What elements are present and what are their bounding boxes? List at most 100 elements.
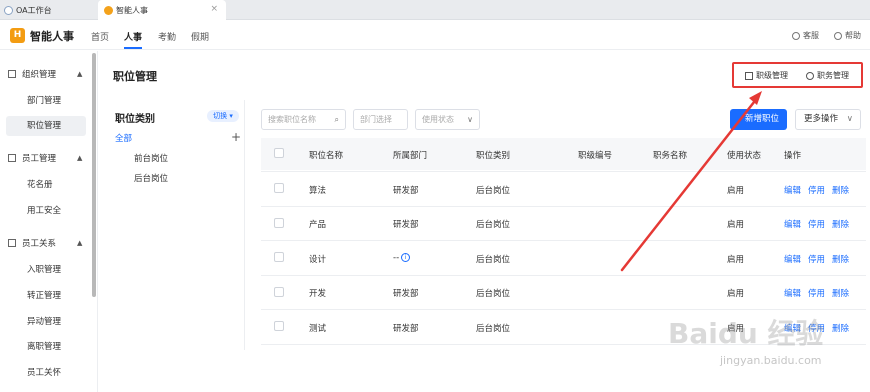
section-label: 组织管理 (22, 70, 57, 80)
duty-management-button[interactable]: 职务管理 (806, 70, 849, 81)
cell-name: 产品 (309, 220, 327, 230)
sidebar-item-care[interactable]: 员工关怀 (6, 363, 86, 383)
row-checkbox[interactable] (274, 183, 284, 193)
row-divider (261, 240, 866, 241)
col-rank-code: 职级编号 (578, 151, 613, 161)
sidebar-scrollbar[interactable] (92, 53, 96, 297)
sidebar-item-resignation[interactable]: 离职管理 (6, 337, 86, 357)
cell-category: 后台岗位 (476, 255, 511, 265)
delete-link[interactable]: 删除 (832, 218, 849, 230)
category-back[interactable]: 后台岗位 (134, 172, 168, 184)
cell-name: 算法 (309, 186, 327, 196)
help-button[interactable]: 帮助 (834, 30, 861, 41)
sidebar-section-org[interactable]: 组织管理 (8, 68, 56, 80)
cell-dept: 研发部 (393, 186, 419, 196)
delete-link[interactable]: 删除 (832, 287, 849, 299)
row-checkbox[interactable] (274, 287, 284, 297)
rank-management-button[interactable]: 职级管理 (745, 70, 788, 81)
cell-category: 后台岗位 (476, 289, 511, 299)
cell-dept: 研发部 (393, 220, 419, 230)
disable-link[interactable]: 停用 (808, 287, 825, 299)
status-select[interactable]: 使用状态 ∨ (415, 109, 480, 130)
nav-leave[interactable]: 假期 (191, 30, 209, 43)
search-icon: ⌕ (334, 115, 339, 124)
nav-attendance[interactable]: 考勤 (158, 30, 176, 43)
sidebar-item-position[interactable]: 职位管理 (6, 116, 86, 136)
arrow-head (749, 91, 762, 105)
org-chart-icon (8, 70, 16, 78)
sidebar-item-transfer[interactable]: 异动管理 (6, 312, 86, 332)
cell-dept: 研发部 (393, 289, 419, 299)
tab-smart-hr[interactable]: 智能人事 × (98, 0, 226, 20)
add-category-icon[interactable]: + (231, 130, 241, 144)
info-icon[interactable]: i (401, 253, 411, 262)
col-name: 职位名称 (309, 151, 344, 161)
delete-link[interactable]: 删除 (832, 322, 849, 334)
row-checkbox[interactable] (274, 218, 284, 228)
cell-status: 启用 (727, 255, 745, 265)
status-placeholder: 使用状态 (422, 115, 454, 124)
switch-button[interactable]: 切换 ▾ (207, 110, 239, 122)
col-actions: 操作 (784, 151, 802, 161)
search-input[interactable]: 搜索职位名称 ⌕ (261, 109, 346, 130)
service-button[interactable]: 客服 (792, 30, 819, 41)
category-title: 职位类别 (115, 114, 155, 125)
relation-icon (8, 239, 16, 247)
rank-label: 职级管理 (756, 71, 788, 80)
delete-link[interactable]: 删除 (832, 184, 849, 196)
edit-link[interactable]: 编辑 (784, 184, 801, 196)
more-actions-button[interactable]: 更多操作 ∨ (795, 109, 861, 130)
row-checkbox[interactable] (274, 252, 284, 262)
col-category: 职位类别 (476, 151, 511, 161)
category-front[interactable]: 前台岗位 (134, 152, 168, 164)
sidebar-item-regularization[interactable]: 转正管理 (6, 286, 86, 306)
disable-link[interactable]: 停用 (808, 253, 825, 265)
sidebar-item-onboarding[interactable]: 入职管理 (6, 260, 86, 280)
search-placeholder: 搜索职位名称 (268, 115, 316, 124)
edit-link[interactable]: 编辑 (784, 218, 801, 230)
row-checkbox[interactable] (274, 321, 284, 331)
app-title: 智能人事 (30, 30, 74, 43)
close-icon[interactable]: × (210, 4, 218, 14)
oa-app-icon (4, 5, 13, 15)
cell-status: 启用 (727, 186, 745, 196)
disable-link[interactable]: 停用 (808, 218, 825, 230)
sidebar-item-work-safety[interactable]: 用工安全 (6, 201, 86, 221)
section-label: 员工管理 (22, 154, 57, 164)
select-all-checkbox[interactable] (274, 148, 284, 158)
table-header (261, 138, 866, 170)
chevron-up-icon[interactable]: ▲ (77, 154, 82, 162)
disable-link[interactable]: 停用 (808, 184, 825, 196)
duty-label: 职务管理 (817, 71, 849, 80)
sidebar-section-relations[interactable]: 员工关系 (8, 237, 56, 249)
more-label: 更多操作 (804, 114, 839, 124)
chevron-up-icon[interactable]: ▲ (77, 239, 82, 247)
dept-placeholder: 部门选择 (360, 115, 392, 124)
col-duty: 职务名称 (653, 151, 688, 161)
nav-personnel[interactable]: 人事 (124, 30, 142, 43)
add-position-button[interactable]: 新增职位 (730, 109, 787, 130)
row-divider (261, 206, 866, 207)
category-all[interactable]: 全部 (115, 132, 132, 144)
cell-category: 后台岗位 (476, 220, 511, 230)
help-label: 帮助 (845, 31, 861, 40)
sidebar-item-roster[interactable]: 花名册 (6, 175, 86, 195)
department-select[interactable]: 部门选择 (353, 109, 408, 130)
user-icon (806, 71, 814, 80)
chevron-up-icon[interactable]: ▲ (77, 70, 82, 78)
tab-oa-workbench[interactable]: OA工作台 (0, 0, 96, 20)
cell-dept-empty: -- i (393, 253, 411, 263)
delete-link[interactable]: 删除 (832, 253, 849, 265)
sidebar-item-dept[interactable]: 部门管理 (6, 91, 86, 111)
app-header: H 智能人事 首页 人事 考勤 假期 客服 帮助 (0, 20, 870, 50)
switch-label: 切换 (213, 112, 228, 120)
edit-link[interactable]: 编辑 (784, 253, 801, 265)
sidebar-section-employee[interactable]: 员工管理 (8, 152, 56, 164)
section-label: 员工关系 (22, 239, 57, 249)
edit-link[interactable]: 编辑 (784, 287, 801, 299)
row-divider (261, 171, 866, 172)
tab-label: OA工作台 (16, 5, 52, 15)
active-nav-indicator (124, 47, 142, 49)
watermark-url: jingyan.baidu.com (720, 354, 822, 367)
nav-home[interactable]: 首页 (91, 30, 109, 43)
